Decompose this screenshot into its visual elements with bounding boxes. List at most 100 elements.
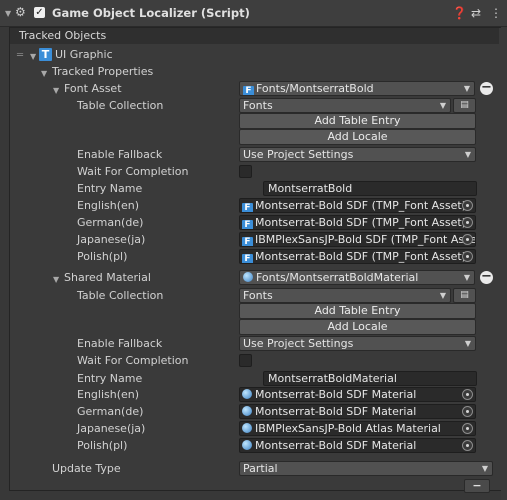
- font-icon: F: [243, 86, 254, 95]
- locale-value-ja: IBMPlexSansJP-Bold SDF (TMP_Font Asset: [255, 233, 476, 246]
- collapse-arrow-icon[interactable]: ▼: [5, 9, 11, 18]
- object-picker-icon[interactable]: [462, 234, 473, 245]
- table-collection-label: Table Collection: [77, 289, 164, 302]
- table-collection-label: Table Collection: [77, 99, 164, 112]
- locale-value-en: Montserrat-Bold SDF Material: [255, 388, 417, 401]
- help-icon[interactable]: ❓: [452, 6, 467, 20]
- drag-handle-icon[interactable]: ═: [17, 50, 23, 61]
- kebab-menu-icon[interactable]: ⋮: [490, 6, 502, 20]
- table-collection-dropdown[interactable]: Fonts ▼: [239, 98, 451, 113]
- font-asset-label: Font Asset: [64, 82, 122, 95]
- material-icon: [242, 389, 252, 399]
- chevron-down-icon: ▼: [439, 291, 446, 300]
- locale-value-ja: IBMPlexSansJP-Bold Atlas Material: [255, 422, 441, 435]
- scrollbar[interactable]: [501, 27, 507, 500]
- enable-fallback-value: Use Project Settings: [243, 337, 354, 350]
- object-picker-icon[interactable]: [462, 217, 473, 228]
- remove-font-asset-button[interactable]: −: [480, 81, 493, 95]
- tracked-objects-title: Tracked Objects: [10, 28, 499, 44]
- text-component-icon: T: [39, 48, 52, 61]
- locale-label-ja: Japanese(ja): [77, 422, 146, 435]
- add-locale-button[interactable]: Add Locale: [239, 129, 476, 145]
- object-picker-icon[interactable]: [462, 200, 473, 211]
- enable-fallback-value: Use Project Settings: [243, 148, 354, 161]
- enable-fallback-label: Enable Fallback: [77, 148, 163, 161]
- material-icon: [243, 272, 253, 282]
- locale-field-de[interactable]: F Montserrat-Bold SDF (TMP_Font Asset): [239, 215, 476, 230]
- wait-for-completion-checkbox[interactable]: [239, 354, 252, 367]
- locale-field-en[interactable]: F Montserrat-Bold SDF (TMP_Font Asset): [239, 198, 476, 213]
- entry-name-input[interactable]: MontserratBoldMaterial: [263, 371, 477, 386]
- update-type-label: Update Type: [52, 462, 121, 475]
- enable-fallback-dropdown[interactable]: Use Project Settings ▼: [239, 147, 476, 162]
- locale-label-pl: Polish(pl): [77, 250, 128, 263]
- tracked-properties-foldout-arrow-icon[interactable]: ▼: [41, 69, 47, 78]
- material-icon: [242, 406, 252, 416]
- object-picker-icon[interactable]: [462, 423, 473, 434]
- component-enabled-checkbox[interactable]: ✓: [34, 7, 45, 18]
- locale-field-ja[interactable]: IBMPlexSansJP-Bold Atlas Material: [239, 421, 476, 436]
- font-icon: F: [242, 254, 253, 263]
- script-component-icon: ⚙: [15, 5, 26, 19]
- object-picker-icon[interactable]: [462, 389, 473, 400]
- wait-for-completion-label: Wait For Completion: [77, 165, 189, 178]
- font-asset-dropdown[interactable]: F Fonts/MontserratBold ▼: [239, 81, 475, 96]
- update-type-dropdown[interactable]: Partial ▼: [239, 461, 493, 476]
- object-picker-icon[interactable]: [462, 251, 473, 262]
- shared-material-foldout-arrow-icon[interactable]: ▼: [53, 275, 59, 284]
- shared-material-value: Fonts/MontserratBoldMaterial: [256, 271, 419, 284]
- entry-name-input[interactable]: MontserratBold: [263, 181, 477, 196]
- chevron-down-icon: ▼: [439, 101, 446, 110]
- locale-value-de: Montserrat-Bold SDF (TMP_Font Asset): [255, 216, 467, 229]
- enable-fallback-dropdown[interactable]: Use Project Settings ▼: [239, 336, 476, 351]
- object-picker-icon[interactable]: [462, 440, 473, 451]
- chevron-down-icon: ▼: [464, 150, 471, 159]
- entry-name-label: Entry Name: [77, 372, 143, 385]
- font-icon: F: [242, 220, 253, 229]
- locale-field-en[interactable]: Montserrat-Bold SDF Material: [239, 387, 476, 402]
- font-icon: F: [242, 203, 253, 212]
- object-picker-icon[interactable]: [462, 406, 473, 417]
- locale-label-ja: Japanese(ja): [77, 233, 146, 246]
- material-icon: [242, 440, 252, 450]
- table-collection-dropdown[interactable]: Fonts ▼: [239, 288, 451, 303]
- update-type-value: Partial: [243, 462, 278, 475]
- locale-field-ja[interactable]: F IBMPlexSansJP-Bold SDF (TMP_Font Asset: [239, 232, 476, 247]
- shared-material-dropdown[interactable]: Fonts/MontserratBoldMaterial ▼: [239, 270, 475, 285]
- wait-for-completion-checkbox[interactable]: [239, 165, 252, 178]
- chevron-down-icon: ▼: [464, 339, 471, 348]
- add-table-entry-button[interactable]: Add Table Entry: [239, 303, 476, 319]
- locale-field-pl[interactable]: F Montserrat-Bold SDF (TMP_Font Asset): [239, 249, 476, 264]
- locale-label-de: German(de): [77, 216, 144, 229]
- wait-for-completion-label: Wait For Completion: [77, 354, 189, 367]
- component-title: Game Object Localizer (Script): [52, 6, 250, 20]
- table-picker-icon[interactable]: ▤: [453, 288, 476, 303]
- locale-label-en: English(en): [77, 199, 140, 212]
- locale-field-de[interactable]: Montserrat-Bold SDF Material: [239, 404, 476, 419]
- chevron-down-icon: ▼: [481, 464, 488, 473]
- locale-value-pl: Montserrat-Bold SDF Material: [255, 439, 417, 452]
- locale-value-en: Montserrat-Bold SDF (TMP_Font Asset): [255, 199, 467, 212]
- shared-material-label: Shared Material: [64, 271, 151, 284]
- chevron-down-icon: ▼: [463, 84, 470, 93]
- remove-tracked-object-button[interactable]: −: [464, 479, 490, 493]
- ui-graphic-foldout-arrow-icon[interactable]: ▼: [30, 52, 36, 61]
- add-table-entry-button[interactable]: Add Table Entry: [239, 113, 476, 129]
- font-icon: F: [242, 237, 253, 246]
- tracked-properties-label: Tracked Properties: [52, 65, 154, 78]
- table-collection-value: Fonts: [243, 289, 273, 302]
- enable-fallback-label: Enable Fallback: [77, 337, 163, 350]
- locale-value-pl: Montserrat-Bold SDF (TMP_Font Asset): [255, 250, 467, 263]
- locale-label-pl: Polish(pl): [77, 439, 128, 452]
- locale-field-pl[interactable]: Montserrat-Bold SDF Material: [239, 438, 476, 453]
- presets-icon[interactable]: ⇄: [471, 6, 481, 20]
- table-picker-icon[interactable]: ▤: [453, 98, 476, 113]
- add-locale-button[interactable]: Add Locale: [239, 319, 476, 335]
- remove-shared-material-button[interactable]: −: [480, 270, 493, 284]
- entry-name-label: Entry Name: [77, 182, 143, 195]
- material-icon: [242, 423, 252, 433]
- table-collection-value: Fonts: [243, 99, 273, 112]
- locale-value-de: Montserrat-Bold SDF Material: [255, 405, 417, 418]
- font-asset-foldout-arrow-icon[interactable]: ▼: [53, 86, 59, 95]
- locale-label-de: German(de): [77, 405, 144, 418]
